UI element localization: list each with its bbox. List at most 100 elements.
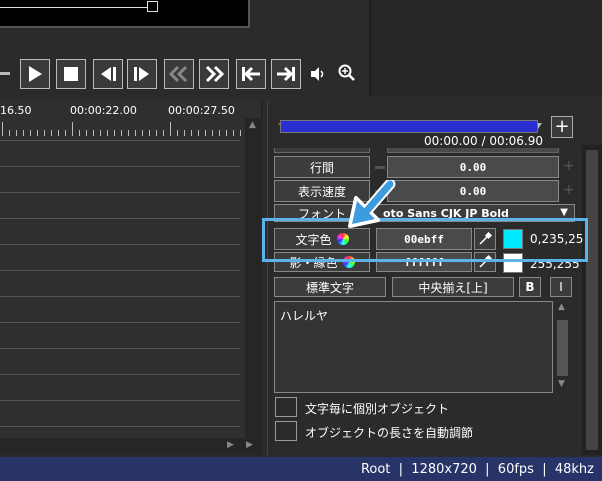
time-display: 00:00.00 / 00:06.90 — [424, 134, 544, 148]
ruler-tick — [16, 130, 17, 136]
display-speed-value[interactable]: 0.00 — [387, 180, 559, 202]
plus-small-icon[interactable]: + — [563, 158, 575, 174]
ruler-tick — [240, 130, 241, 136]
line-spacing-button[interactable]: 行間 — [274, 156, 370, 178]
display-speed-value-text: 0.00 — [459, 184, 487, 198]
track-divider — [0, 348, 240, 349]
ruler-tick — [184, 130, 185, 136]
ruler-tick — [65, 130, 66, 136]
highlight-annotation — [262, 218, 588, 262]
transport-separator — [0, 72, 10, 75]
prev-frame-button[interactable] — [93, 59, 123, 89]
ruler-tick — [191, 130, 192, 136]
italic-button[interactable]: I — [550, 277, 572, 297]
plus-small-icon[interactable]: + — [563, 182, 575, 198]
bold-label: B — [525, 280, 535, 294]
ruler-tick — [107, 130, 108, 136]
ruler-tick — [205, 130, 206, 136]
scroll-down-icon[interactable]: ▼ — [558, 379, 565, 389]
next-frame-icon — [134, 67, 149, 81]
play-button[interactable] — [20, 59, 50, 89]
time-label: 00:00:22.00 — [70, 104, 137, 117]
ruler-tick — [51, 130, 52, 136]
ruler-tick — [121, 130, 122, 136]
timeline-panel[interactable] — [0, 101, 262, 455]
next-frame-button[interactable] — [127, 59, 157, 89]
panel-scroll-thumb[interactable] — [586, 150, 598, 450]
ruler-tick — [58, 130, 59, 136]
track-divider — [0, 400, 240, 401]
prev-frame-icon — [101, 67, 116, 81]
scroll-right-end-icon[interactable]: ▶ — [246, 440, 253, 450]
text-content-input[interactable]: ハレルヤ — [274, 301, 553, 393]
preview-resize-handle[interactable] — [147, 1, 158, 12]
time-label: 00:00:27.50 — [168, 104, 235, 117]
minus-icon[interactable] — [375, 166, 385, 169]
plus-icon: + — [554, 116, 570, 137]
ruler-tick — [79, 130, 80, 136]
ruler-tick — [170, 122, 171, 136]
fast-forward-icon — [205, 65, 224, 83]
line-spacing-label: 行間 — [309, 160, 334, 175]
jump-end-icon — [277, 66, 295, 82]
preview-guide-line — [0, 7, 148, 8]
rewind-button[interactable] — [164, 59, 194, 89]
ruler-tick — [149, 130, 150, 136]
track-divider — [0, 296, 240, 297]
track-divider — [0, 218, 240, 219]
text-scroll-thumb[interactable] — [557, 320, 568, 376]
track-divider — [0, 192, 240, 193]
volume-icon[interactable] — [310, 66, 326, 86]
ruler-tick — [135, 130, 136, 136]
scroll-up-icon[interactable]: ▲ — [249, 120, 256, 130]
ruler-tick — [128, 130, 129, 136]
time-label: 16.50 — [0, 104, 32, 117]
display-speed-label: 表示速度 — [297, 184, 346, 199]
right-top-area — [371, 0, 602, 96]
ruler-tick — [2, 122, 3, 136]
ruler-tick — [233, 130, 234, 136]
track-divider — [0, 374, 240, 375]
jump-start-button[interactable] — [236, 59, 266, 89]
ruler-tick — [163, 130, 164, 136]
play-icon — [29, 66, 42, 82]
track-divider — [0, 244, 240, 245]
ruler-tick — [212, 130, 213, 136]
auto-length-checkbox[interactable] — [275, 421, 297, 441]
align-label: 中央揃え[上] — [418, 280, 488, 295]
ruler-tick — [37, 130, 38, 136]
fast-forward-button[interactable] — [199, 59, 229, 89]
ruler-tick — [219, 130, 220, 136]
line-spacing-value[interactable]: 0.00 — [387, 156, 559, 178]
scroll-up-icon[interactable]: ▲ — [558, 302, 565, 312]
add-button[interactable]: + — [551, 116, 573, 138]
ruler-tick — [9, 130, 10, 136]
jump-end-button[interactable] — [271, 59, 301, 89]
status-bar: Root | 1280x720 | 60fps | 48khz — [0, 457, 602, 481]
zoom-icon[interactable] — [338, 64, 356, 86]
timeline-vscroll[interactable]: ▲ — [245, 118, 262, 438]
stop-button[interactable] — [56, 59, 86, 89]
seek-bar[interactable] — [280, 120, 538, 133]
track-divider — [0, 166, 240, 167]
align-button[interactable]: 中央揃え[上] — [392, 277, 514, 297]
stop-icon — [64, 67, 78, 81]
track-divider — [0, 322, 240, 323]
timeline-ruler[interactable] — [0, 118, 245, 136]
ruler-tick — [44, 130, 45, 136]
ruler-tick — [23, 130, 24, 136]
ruler-tick — [114, 130, 115, 136]
scroll-right-icon[interactable]: ▶ — [227, 440, 234, 450]
timeline-hscroll[interactable]: ▶ ▶ — [0, 438, 262, 455]
bold-button[interactable]: B — [519, 277, 541, 297]
ruler-tick — [100, 130, 101, 136]
track-divider — [0, 140, 240, 141]
per-char-object-label: 文字毎に個別オブジェクト — [305, 402, 450, 416]
ruler-tick — [156, 130, 157, 136]
ruler-tick — [177, 130, 178, 136]
track-divider — [0, 426, 240, 427]
per-char-object-checkbox[interactable] — [275, 397, 297, 417]
pointer-arrow-icon — [348, 180, 396, 228]
track-divider — [0, 270, 240, 271]
standard-text-button[interactable]: 標準文字 — [274, 277, 386, 297]
